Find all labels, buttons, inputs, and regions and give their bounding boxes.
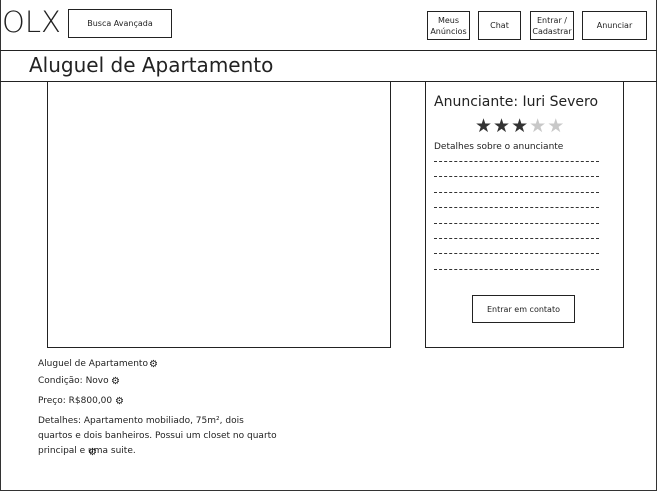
login-register-button[interactable]: Entrar / Cadastrar: [530, 11, 574, 40]
details-line: [434, 161, 599, 162]
gear-icon[interactable]: ⚙: [149, 360, 158, 370]
listing-details: Detalhes: Apartamento mobiliado, 75m², d…: [38, 416, 277, 456]
star-icon: ★: [493, 115, 512, 137]
details-line: [434, 192, 599, 193]
listing-price: Preço: R$800,00: [38, 396, 113, 406]
details-line: [434, 269, 599, 270]
listing-image-placeholder[interactable]: [47, 81, 391, 348]
seller-name: Anunciante: Iuri Severo: [434, 94, 599, 110]
chat-button[interactable]: Chat: [478, 11, 521, 40]
star-icon: ★: [511, 115, 530, 137]
gear-icon[interactable]: ⚙: [115, 397, 124, 407]
page-title: Aluguel de Apartamento: [29, 53, 274, 77]
details-line: [434, 223, 599, 224]
gear-icon[interactable]: ⚙: [111, 377, 120, 387]
details-line: [434, 253, 599, 254]
gear-icon[interactable]: ⚙: [88, 448, 97, 458]
details-line: [434, 176, 599, 177]
star-icon: ★: [547, 115, 566, 137]
post-ad-button[interactable]: Anunciar: [582, 11, 647, 40]
listing-title: Aluguel de Apartamento: [38, 359, 148, 369]
star-icon: ★: [529, 115, 548, 137]
my-ads-button[interactable]: Meus Anúncios: [427, 11, 470, 40]
details-line: [434, 207, 599, 208]
advanced-search-button[interactable]: Busca Avançada: [68, 9, 172, 38]
listing-condition: Condição: Novo: [38, 376, 109, 386]
seller-panel: Anunciante: Iuri Severo ★★★★★ Detalhes s…: [425, 81, 624, 348]
seller-details-label: Detalhes sobre o anunciante: [434, 142, 564, 152]
details-line: [434, 238, 599, 239]
contact-seller-button[interactable]: Entrar em contato: [472, 295, 575, 323]
seller-rating: ★★★★★: [475, 115, 565, 137]
star-icon: ★: [475, 115, 494, 137]
olx-logo[interactable]: OLX: [2, 5, 61, 39]
